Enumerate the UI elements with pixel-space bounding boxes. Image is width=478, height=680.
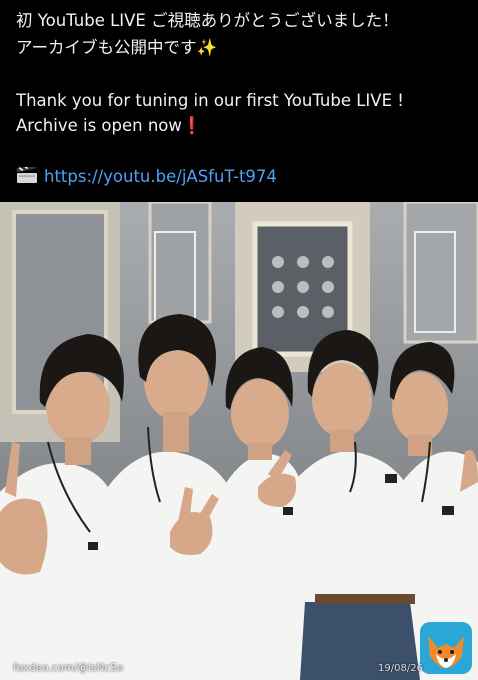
clapper-board-icon: [16, 167, 37, 183]
sparkles-icon: ✨: [196, 38, 218, 57]
watermark-source: foxdeo.com/@lsNcSo: [13, 662, 124, 674]
youtube-archive-link[interactable]: https://youtu.be/jASfuT-t974: [44, 167, 277, 186]
archive-en-text: Archive is open now: [16, 116, 182, 135]
post-line-link: https://youtu.be/jASfuT-t974: [16, 166, 277, 188]
group-photo: foxdeo.com/@lsNcSo 19/08/26: [0, 202, 478, 680]
watermark-date: 19/08/26: [378, 663, 423, 674]
post-text: 初 YouTube LIVE ご視聴ありがとうございました！ アーカイブも公開中…: [0, 0, 478, 202]
post-line-english-archive: Archive is open now❗: [16, 115, 202, 137]
group-photo-illustration: [0, 202, 478, 680]
archive-jp-text: アーカイブも公開中です: [16, 38, 197, 57]
fox-logo-icon: [420, 622, 472, 674]
post-line-japanese-archive: アーカイブも公開中です✨: [16, 37, 217, 59]
post-line-japanese-thanks: 初 YouTube LIVE ご視聴ありがとうございました！: [16, 11, 399, 30]
post-line-english-thanks: Thank you for tuning in our first YouTub…: [16, 91, 404, 110]
exclamation-icon: ❗: [181, 116, 203, 135]
